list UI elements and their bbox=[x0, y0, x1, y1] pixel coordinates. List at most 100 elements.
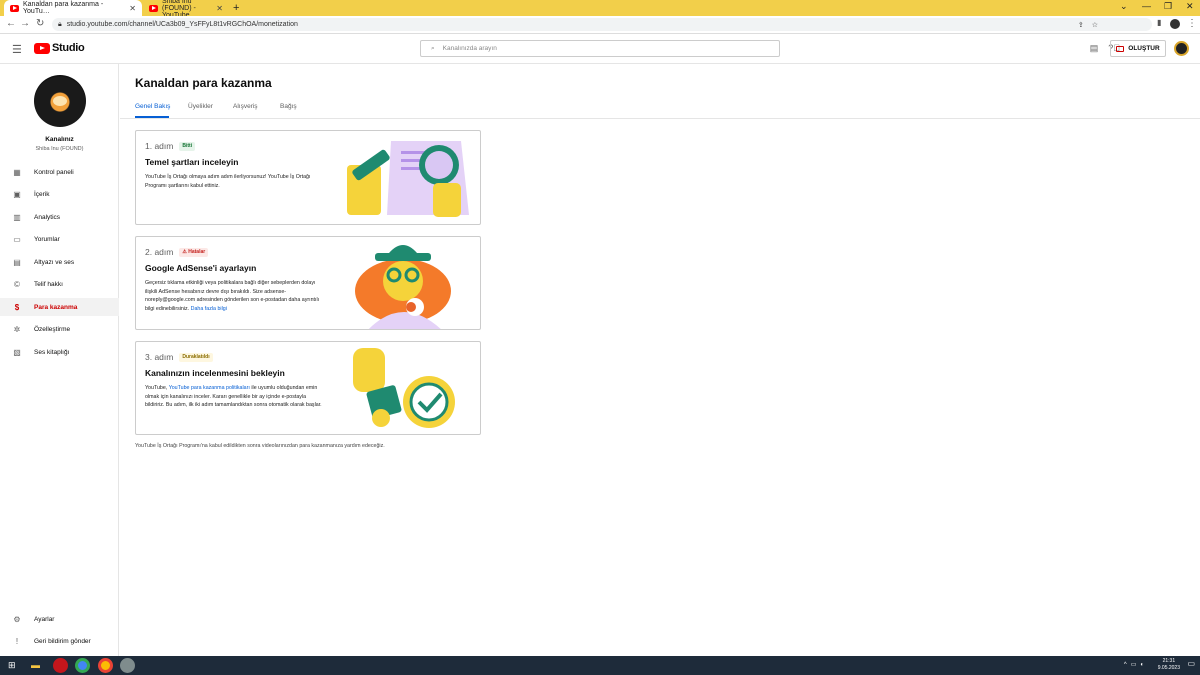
step-label: 3. adım Duraklatıldı bbox=[145, 352, 213, 362]
sidebar-item-label: Kontrol paneli bbox=[34, 168, 74, 176]
windows-start-icon[interactable]: ⊞ bbox=[8, 660, 16, 671]
search-icon: ⌕ bbox=[431, 44, 435, 52]
sidebar-item-settings[interactable]: ⚙ Ayarlar bbox=[0, 610, 119, 628]
tab-search-icon[interactable]: ⌄ bbox=[1120, 1, 1128, 12]
content-icon: ▣ bbox=[13, 189, 21, 199]
step-number: 3. adım bbox=[145, 352, 174, 362]
step-card-2: 2. adım ⚠ Hatalar Google AdSense'i ayarl… bbox=[135, 236, 481, 330]
logo-text: Studio bbox=[52, 42, 85, 54]
taskbar-clock[interactable]: 21:31 9.05.2023 bbox=[1158, 658, 1180, 672]
system-tray-icons[interactable]: ^▭◐ bbox=[1124, 661, 1148, 668]
channel-search-input[interactable]: ⌕ Kanalınızda arayın bbox=[420, 40, 780, 57]
badge-text: Hatalar bbox=[188, 249, 206, 255]
learn-more-link[interactable]: Daha fazla bilgi bbox=[191, 306, 227, 312]
channel-avatar[interactable] bbox=[34, 75, 86, 127]
account-avatar[interactable] bbox=[1174, 41, 1189, 56]
dollar-icon: $ bbox=[14, 302, 20, 312]
chrome-icon[interactable] bbox=[75, 658, 90, 673]
analytics-icon: ▥ bbox=[13, 212, 21, 222]
chrome-icon[interactable] bbox=[98, 658, 113, 673]
gear-icon: ⚙ bbox=[13, 614, 21, 624]
profile-avatar[interactable] bbox=[1170, 19, 1180, 29]
sidebar-item-label: İçerik bbox=[34, 190, 50, 198]
review-stamp-illustration bbox=[353, 348, 455, 428]
magic-wand-icon: ✲ bbox=[13, 324, 21, 334]
sidebar-item-monetization[interactable]: $ Para kazanma bbox=[0, 298, 119, 316]
menu-dots-icon[interactable]: ⋮ bbox=[1187, 18, 1197, 29]
create-button[interactable]: OLUŞTUR bbox=[1110, 40, 1166, 57]
youtube-favicon-icon bbox=[149, 4, 158, 12]
file-explorer-icon[interactable]: ▬ bbox=[31, 660, 40, 670]
browser-tab-active[interactable]: Kanaldan para kazanma - YouTu… ✕ bbox=[4, 0, 142, 16]
sidebar-item-analytics[interactable]: ▥ Analytics bbox=[0, 208, 119, 226]
tab-memberships[interactable]: Üyelikler bbox=[188, 103, 213, 110]
address-bar-row: ← → ↻ 🔒︎ studio.youtube.com/channel/UCa3… bbox=[0, 16, 1200, 34]
adsense-character-illustration bbox=[355, 245, 451, 329]
status-badge: ⚠ Hatalar bbox=[179, 247, 209, 257]
step-card-3: 3. adım Duraklatıldı Kanalınızın incelen… bbox=[135, 341, 481, 435]
step-number: 2. adım bbox=[145, 247, 174, 257]
new-tab-icon[interactable]: + bbox=[233, 2, 239, 14]
sidebar-item-dashboard[interactable]: ▦ Kontrol paneli bbox=[0, 163, 119, 181]
forward-icon[interactable]: → bbox=[20, 18, 30, 29]
sidebar-item-content[interactable]: ▣ İçerik bbox=[0, 185, 119, 203]
sidebar-item-label: Telif hakkı bbox=[34, 280, 63, 288]
close-window-icon[interactable]: ✕ bbox=[1186, 1, 1194, 12]
url-text: studio.youtube.com/channel/UCa3b09_YsFFy… bbox=[66, 21, 298, 28]
sidebar-item-customization[interactable]: ✲ Özelleştirme bbox=[0, 320, 119, 338]
studio-logo[interactable]: Studio bbox=[34, 42, 85, 54]
create-video-icon bbox=[1116, 45, 1125, 52]
sidebar: Kanalınız Shiba Inu (FOUND) ▦ Kontrol pa… bbox=[0, 64, 119, 656]
channel-name: Shiba Inu (FOUND) bbox=[35, 146, 84, 152]
desc-text: YouTube, bbox=[145, 385, 168, 391]
clock-date: 9.05.2023 bbox=[1157, 665, 1180, 671]
maximize-icon[interactable]: ❐ bbox=[1164, 1, 1172, 12]
step-label: 1. adım Bitti bbox=[145, 141, 196, 151]
step-number: 1. adım bbox=[145, 141, 174, 151]
studio-header: ☰ Studio ⌕ Kanalınızda arayın ▤ ?⃝ OLUŞT… bbox=[0, 34, 1200, 64]
card-title: Kanalınızın incelenmesini bekleyin bbox=[145, 368, 285, 378]
reload-icon[interactable]: ↻ bbox=[36, 18, 44, 29]
monetization-policies-link[interactable]: YouTube para kazanma politikaları bbox=[169, 385, 250, 391]
close-tab-icon[interactable]: ✕ bbox=[216, 4, 223, 13]
step-label: 2. adım ⚠ Hatalar bbox=[145, 247, 209, 257]
sidebar-item-audio-library[interactable]: ▧ Ses kitaplığı bbox=[0, 343, 119, 361]
close-tab-icon[interactable]: ✕ bbox=[129, 4, 136, 13]
subtitles-icon: ▤ bbox=[13, 257, 21, 267]
sidepanel-icon[interactable]: ▮ bbox=[1157, 18, 1161, 27]
page-title: Kanaldan para kazanma bbox=[135, 76, 272, 90]
audio-library-icon: ▧ bbox=[13, 347, 21, 357]
sidebar-item-label: Ses kitaplığı bbox=[34, 348, 70, 356]
footer-note: YouTube İş Ortağı Programı'na kabul edil… bbox=[135, 443, 385, 449]
url-field[interactable]: 🔒︎ studio.youtube.com/channel/UCa3b09_Ys… bbox=[52, 18, 1152, 31]
sidebar-item-label: Analytics bbox=[34, 213, 61, 221]
sidebar-item-comments[interactable]: ▭ Yorumlar bbox=[0, 230, 119, 248]
lock-icon: 🔒︎ bbox=[58, 20, 62, 28]
browser-tab[interactable]: Shiba Inu (FOUND) - YouTube ✕ bbox=[143, 0, 229, 19]
notifications-icon[interactable]: ▭ bbox=[1187, 659, 1195, 668]
sidebar-item-subtitles[interactable]: ▤ Altyazı ve ses bbox=[0, 253, 119, 271]
app-icon[interactable] bbox=[53, 658, 68, 673]
sidebar-item-copyright[interactable]: © Telif hakkı bbox=[0, 275, 119, 293]
tab-donations[interactable]: Bağış bbox=[280, 103, 297, 110]
hamburger-menu-icon[interactable]: ☰ bbox=[12, 43, 22, 56]
app-icon[interactable] bbox=[120, 658, 135, 673]
card-title: Google AdSense'i ayarlayın bbox=[145, 263, 257, 273]
messages-icon[interactable]: ▤ bbox=[1090, 43, 1099, 54]
sidebar-item-label: Ayarlar bbox=[34, 615, 55, 623]
tab-shopping[interactable]: Alışveriş bbox=[233, 103, 258, 110]
sidebar-item-label: Altyazı ve ses bbox=[34, 258, 75, 266]
step-card-1: 1. adım Bitti Temel şartları inceleyin Y… bbox=[135, 130, 481, 225]
copyright-icon: © bbox=[14, 279, 20, 289]
sidebar-item-feedback[interactable]: ! Geri bildirim gönder bbox=[0, 632, 119, 650]
clock-time: 21:31 bbox=[1162, 658, 1176, 664]
channel-label: Kanalınız bbox=[45, 136, 74, 143]
back-icon[interactable]: ← bbox=[6, 18, 16, 29]
youtube-favicon-icon bbox=[10, 4, 19, 12]
minimize-icon[interactable]: — bbox=[1142, 1, 1151, 11]
page-tabs: Genel Bakış Üyelikler Alışveriş Bağış bbox=[120, 96, 1200, 119]
share-star-icon[interactable]: ⇪☆ bbox=[1078, 21, 1106, 29]
status-badge: Duraklatıldı bbox=[179, 352, 213, 362]
tab-overview[interactable]: Genel Bakış bbox=[135, 103, 170, 110]
card-description: YouTube İş Ortağı olmaya adım adım ilerl… bbox=[145, 174, 311, 189]
